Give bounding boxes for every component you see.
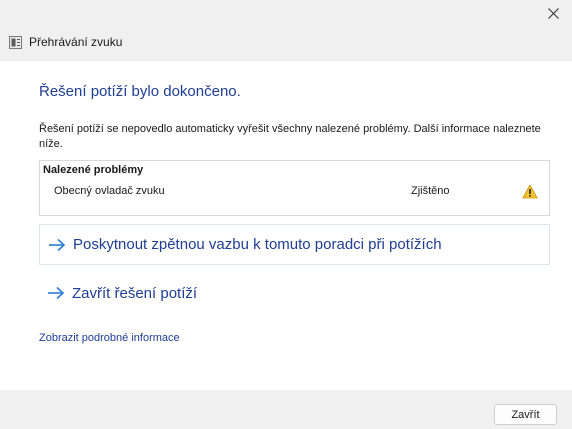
problem-name: Obecný ovladač zvuku <box>54 185 165 197</box>
problem-status: Zjištěno <box>411 185 450 197</box>
content-panel: Řešení potíží bylo dokončeno. Řešení pot… <box>0 61 572 390</box>
page-heading: Řešení potíží bylo dokončeno. <box>39 83 241 100</box>
close-button[interactable]: Zavřít <box>494 404 557 425</box>
warning-icon <box>522 184 538 199</box>
problems-header: Nalezené problémy <box>43 164 144 176</box>
close-icon <box>547 7 559 19</box>
window-title-bar: Přehrávání zvuku <box>9 30 572 54</box>
feedback-link-box[interactable]: Poskytnout zpětnou vazbu k tomuto poradc… <box>39 224 550 265</box>
problems-list: Nalezené problémy Obecný ovladač zvuku Z… <box>39 160 550 216</box>
arrow-right-icon <box>48 286 65 300</box>
troubleshooter-app-icon <box>9 35 22 49</box>
close-window-button[interactable] <box>542 2 564 24</box>
window-title: Přehrávání zvuku <box>29 35 123 49</box>
view-details-link[interactable]: Zobrazit podrobné informace <box>39 332 180 344</box>
result-description: Řešení potíží se nepovedlo automaticky v… <box>39 123 541 150</box>
troubleshooter-window: Přehrávání zvuku Řešení potíží bylo doko… <box>0 0 572 429</box>
close-troubleshooter-link[interactable]: Zavřít řešení potíží <box>39 282 197 304</box>
arrow-right-icon <box>49 238 66 251</box>
feedback-link-label[interactable]: Poskytnout zpětnou vazbu k tomuto poradc… <box>73 236 442 253</box>
close-troubleshooter-label[interactable]: Zavřít řešení potíží <box>72 285 197 302</box>
feedback-link[interactable]: Poskytnout zpětnou vazbu k tomuto poradc… <box>40 236 442 253</box>
